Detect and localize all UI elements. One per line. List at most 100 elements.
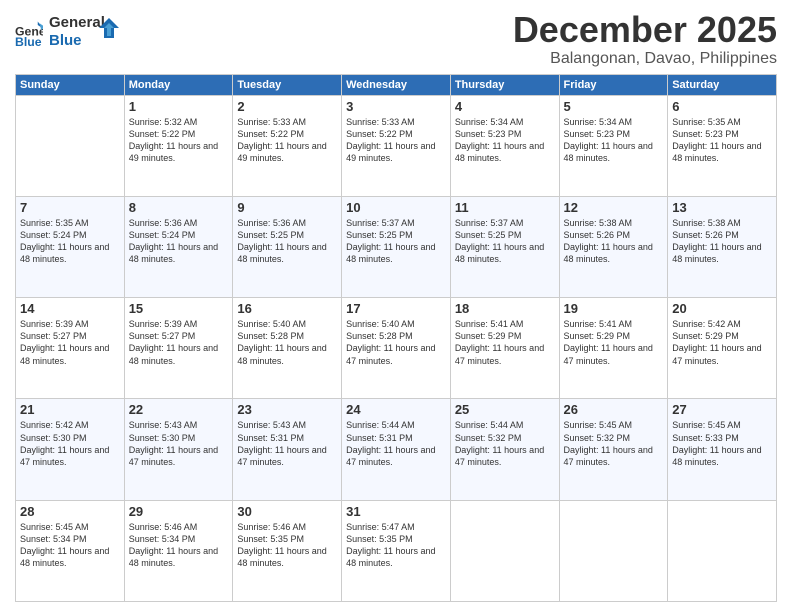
calendar-cell: 23 Sunrise: 5:43 AMSunset: 5:31 PMDayligh… [233,399,342,500]
day-number: 16 [237,301,337,316]
svg-text:Blue: Blue [15,35,42,46]
day-info: Sunrise: 5:35 AMSunset: 5:24 PMDaylight:… [20,217,120,266]
calendar-cell: 18Sunrise: 5:41 AMSunset: 5:29 PMDayligh… [450,298,559,399]
day-info: Sunrise: 5:41 AMSunset: 5:29 PMDaylight:… [564,318,664,367]
day-info: Sunrise: 5:40 AMSunset: 5:28 PMDaylight:… [237,318,337,367]
day-number: 26 [564,402,664,417]
day-info: Sunrise: 5:34 AMSunset: 5:23 PMDaylight:… [564,116,664,165]
location-subtitle: Balangonan, Davao, Philippines [513,50,777,68]
day-number: 31 [346,504,446,519]
day-number: 12 [564,200,664,215]
col-header-thursday: Thursday [450,74,559,95]
day-info: Sunrise: 5:35 AMSunset: 5:23 PMDaylight:… [672,116,772,165]
day-number: 19 [564,301,664,316]
day-number: 13 [672,200,772,215]
calendar-cell [16,95,125,196]
day-number: 20 [672,301,772,316]
day-info: Sunrise: 5:36 AMSunset: 5:24 PMDaylight:… [129,217,229,266]
day-info: Sunrise: 5:39 AMSunset: 5:27 PMDaylight:… [20,318,120,367]
calendar-cell: 26 Sunrise: 5:45 AMSunset: 5:32 PMDayligh… [559,399,668,500]
calendar-cell: 13 Sunrise: 5:38 AMSunset: 5:26 PMDayligh… [668,196,777,297]
day-info: Sunrise: 5:45 AMSunset: 5:33 PMDaylight:… [672,419,772,468]
calendar-table: SundayMondayTuesdayWednesdayThursdayFrid… [15,74,777,602]
col-header-sunday: Sunday [16,74,125,95]
day-info: Sunrise: 5:38 AMSunset: 5:26 PMDaylight:… [672,217,772,266]
day-number: 14 [20,301,120,316]
calendar-cell: 12Sunrise: 5:38 AMSunset: 5:26 PMDayligh… [559,196,668,297]
calendar-week-5: 28 Sunrise: 5:45 AMSunset: 5:34 PMDayligh… [16,500,777,601]
day-number: 7 [20,200,120,215]
day-number: 4 [455,99,555,114]
calendar-cell: 16 Sunrise: 5:40 AMSunset: 5:28 PMDayligh… [233,298,342,399]
day-info: Sunrise: 5:37 AMSunset: 5:25 PMDaylight:… [455,217,555,266]
day-info: Sunrise: 5:47 AMSunset: 5:35 PMDaylight:… [346,521,446,570]
calendar-cell: 20Sunrise: 5:42 AMSunset: 5:29 PMDayligh… [668,298,777,399]
day-info: Sunrise: 5:33 AMSunset: 5:22 PMDaylight:… [237,116,337,165]
calendar-cell [450,500,559,601]
logo: General Blue General Blue [15,14,119,50]
day-info: Sunrise: 5:43 AMSunset: 5:31 PMDaylight:… [237,419,337,468]
calendar-cell: 27 Sunrise: 5:45 AMSunset: 5:33 PMDayligh… [668,399,777,500]
day-info: Sunrise: 5:33 AMSunset: 5:22 PMDaylight:… [346,116,446,165]
day-number: 8 [129,200,229,215]
calendar-cell: 30Sunrise: 5:46 AMSunset: 5:35 PMDayligh… [233,500,342,601]
calendar-cell: 1Sunrise: 5:32 AMSunset: 5:22 PMDaylight… [124,95,233,196]
day-number: 27 [672,402,772,417]
calendar-cell: 14 Sunrise: 5:39 AMSunset: 5:27 PMDayligh… [16,298,125,399]
calendar-cell: 25 Sunrise: 5:44 AMSunset: 5:32 PMDayligh… [450,399,559,500]
day-number: 23 [237,402,337,417]
day-info: Sunrise: 5:39 AMSunset: 5:27 PMDaylight:… [129,318,229,367]
calendar-cell: 8 Sunrise: 5:36 AMSunset: 5:24 PMDaylight… [124,196,233,297]
col-header-wednesday: Wednesday [342,74,451,95]
logo-blue: Blue [49,32,105,50]
day-info: Sunrise: 5:46 AMSunset: 5:35 PMDaylight:… [237,521,337,570]
calendar-cell: 28 Sunrise: 5:45 AMSunset: 5:34 PMDayligh… [16,500,125,601]
day-info: Sunrise: 5:44 AMSunset: 5:32 PMDaylight:… [455,419,555,468]
day-number: 28 [20,504,120,519]
col-header-monday: Monday [124,74,233,95]
logo-chevron-icon [99,18,119,38]
day-number: 24 [346,402,446,417]
day-info: Sunrise: 5:32 AMSunset: 5:22 PMDaylight:… [129,116,229,165]
day-info: Sunrise: 5:42 AMSunset: 5:30 PMDaylight:… [20,419,120,468]
day-info: Sunrise: 5:41 AMSunset: 5:29 PMDaylight:… [455,318,555,367]
calendar-week-2: 7 Sunrise: 5:35 AMSunset: 5:24 PMDaylight… [16,196,777,297]
day-info: Sunrise: 5:36 AMSunset: 5:25 PMDaylight:… [237,217,337,266]
day-number: 21 [20,402,120,417]
calendar-cell: 6Sunrise: 5:35 AMSunset: 5:23 PMDaylight… [668,95,777,196]
day-info: Sunrise: 5:46 AMSunset: 5:34 PMDaylight:… [129,521,229,570]
day-number: 25 [455,402,555,417]
calendar-cell: 9 Sunrise: 5:36 AMSunset: 5:25 PMDaylight… [233,196,342,297]
day-info: Sunrise: 5:45 AMSunset: 5:34 PMDaylight:… [20,521,120,570]
calendar-cell: 19 Sunrise: 5:41 AMSunset: 5:29 PMDayligh… [559,298,668,399]
day-number: 9 [237,200,337,215]
day-number: 5 [564,99,664,114]
month-title: December 2025 [513,10,777,50]
day-number: 10 [346,200,446,215]
title-block: December 2025 Balangonan, Davao, Philipp… [513,10,777,68]
calendar-cell: 17Sunrise: 5:40 AMSunset: 5:28 PMDayligh… [342,298,451,399]
calendar-cell: 31 Sunrise: 5:47 AMSunset: 5:35 PMDayligh… [342,500,451,601]
calendar-cell: 10 Sunrise: 5:37 AMSunset: 5:25 PMDayligh… [342,196,451,297]
day-number: 3 [346,99,446,114]
calendar-week-4: 21 Sunrise: 5:42 AMSunset: 5:30 PMDayligh… [16,399,777,500]
page-header: General Blue General Blue December 2025 … [15,10,777,68]
calendar-cell: 11Sunrise: 5:37 AMSunset: 5:25 PMDayligh… [450,196,559,297]
day-number: 15 [129,301,229,316]
col-header-tuesday: Tuesday [233,74,342,95]
calendar-cell: 5 Sunrise: 5:34 AMSunset: 5:23 PMDaylight… [559,95,668,196]
calendar-week-3: 14 Sunrise: 5:39 AMSunset: 5:27 PMDayligh… [16,298,777,399]
day-info: Sunrise: 5:44 AMSunset: 5:31 PMDaylight:… [346,419,446,468]
day-info: Sunrise: 5:40 AMSunset: 5:28 PMDaylight:… [346,318,446,367]
calendar-cell: 21 Sunrise: 5:42 AMSunset: 5:30 PMDayligh… [16,399,125,500]
day-info: Sunrise: 5:34 AMSunset: 5:23 PMDaylight:… [455,116,555,165]
col-header-friday: Friday [559,74,668,95]
day-info: Sunrise: 5:37 AMSunset: 5:25 PMDaylight:… [346,217,446,266]
calendar-cell: 24 Sunrise: 5:44 AMSunset: 5:31 PMDayligh… [342,399,451,500]
day-info: Sunrise: 5:45 AMSunset: 5:32 PMDaylight:… [564,419,664,468]
calendar-cell: 7 Sunrise: 5:35 AMSunset: 5:24 PMDaylight… [16,196,125,297]
day-number: 2 [237,99,337,114]
col-header-saturday: Saturday [668,74,777,95]
calendar-cell: 2 Sunrise: 5:33 AMSunset: 5:22 PMDaylight… [233,95,342,196]
calendar-header-row: SundayMondayTuesdayWednesdayThursdayFrid… [16,74,777,95]
